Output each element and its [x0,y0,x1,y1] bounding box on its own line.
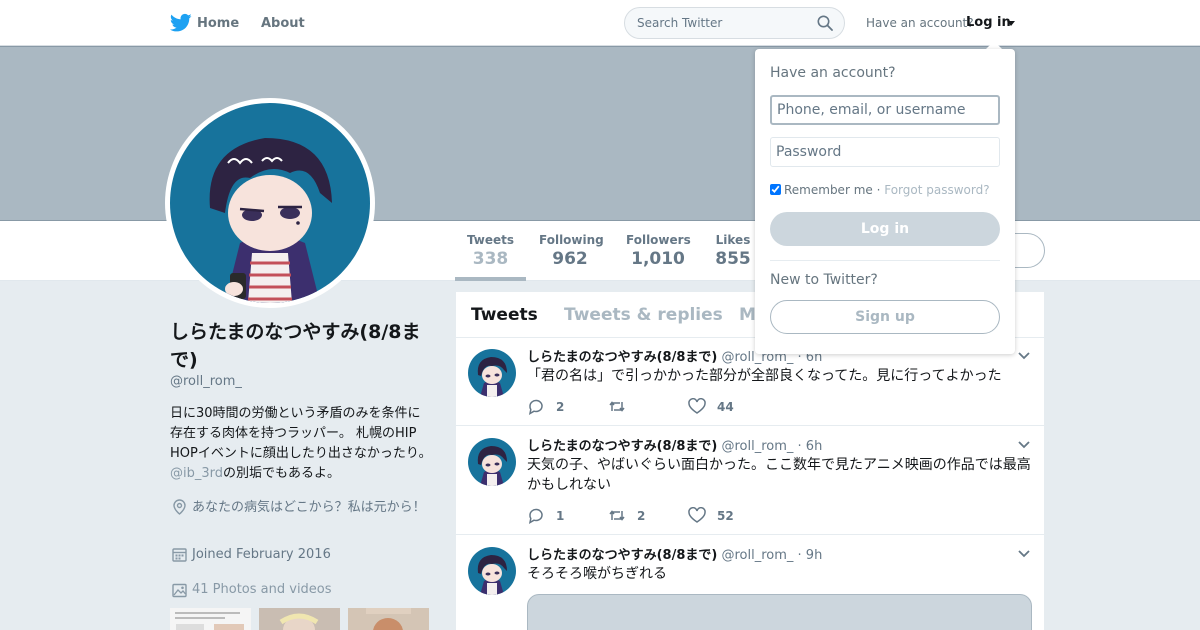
profile-bio: 日に30時間の労働という矛盾のみを条件に存在する肉体を持つラッパー。 札幌のHI… [170,404,432,484]
twitter-bird-icon[interactable] [170,13,192,33]
tweet-author-handle[interactable]: @roll_rom_ [721,439,793,454]
login-menu-link[interactable]: Log in [966,15,1011,30]
tweet-author-name[interactable]: しらたまのなつやすみ(8/8まで) [527,439,717,454]
new-to-twitter-text: New to Twitter? [770,272,878,288]
search-box [624,7,845,39]
profile-name: しらたまのなつやすみ(8/8まで) [170,321,421,371]
chevron-down-icon[interactable] [1018,441,1030,449]
stat-following[interactable]: Following 962 [539,233,604,269]
tweet-text: 「君の名は」で引っかかった部分が全部良くなってた。見に行ってよかった [527,368,1002,384]
reply-icon [528,508,543,524]
signup-button[interactable]: Sign up [770,300,1000,334]
tweet-timestamp[interactable]: · 9h [798,548,823,563]
forgot-password-link[interactable]: Forgot password? [884,183,989,197]
reply-icon [528,399,543,415]
media-thumbnail[interactable] [170,608,251,630]
tweet-text: そろそろ喉がちぎれる [527,566,667,582]
tweet[interactable]: しらたまのなつやすみ(8/8まで) @roll_rom_ · 6h 天気の子、や… [456,427,1044,535]
stat-value: 962 [552,249,588,269]
password-field[interactable] [770,137,1000,167]
caret-down-icon[interactable] [1007,21,1015,26]
retweet-icon [609,401,625,412]
stat-value: 1,010 [631,249,685,269]
tweet-author-name[interactable]: しらたまのなつやすみ(8/8まで) [527,548,717,563]
stat-likes[interactable]: Likes 855 [714,233,752,269]
bio-text-end: の別垢でもあるよ。 [223,466,341,481]
stat-value: 855 [715,249,751,269]
nav-about-link[interactable]: About [261,16,305,31]
avatar-illustration [468,349,516,397]
stat-label: Tweets [466,233,515,247]
search-icon[interactable] [817,15,833,31]
remember-me-checkbox[interactable] [770,184,781,195]
like-count: 44 [717,400,734,414]
location-pin-icon [173,499,186,515]
stat-label: Following [539,233,604,247]
tweet-header: しらたまのなつやすみ(8/8まで) @roll_rom_ · 6h [527,435,822,454]
like-count: 52 [717,509,734,523]
active-stat-underline [455,277,526,281]
media-thumbnail[interactable] [259,608,340,630]
reply-count: 1 [556,509,565,523]
photo-icon [172,583,187,598]
username-field[interactable] [770,95,1000,125]
tab-tweets[interactable]: Tweets [471,305,538,325]
tweet-author-name[interactable]: しらたまのなつやすみ(8/8まで) [527,350,717,365]
stat-tweets[interactable]: Tweets 338 [466,233,515,269]
stat-value: 338 [472,249,509,269]
heart-icon [688,507,706,523]
bio-mention-link[interactable]: @ib_3rd [170,466,223,481]
avatar-illustration [468,438,516,486]
reply-count: 2 [556,400,565,414]
calendar-icon [172,548,187,562]
tweet-timestamp[interactable]: · 6h [798,439,823,454]
stat-followers[interactable]: Followers 1,010 [626,233,691,269]
tweet-header: しらたまのなつやすみ(8/8まで) @roll_rom_ · 9h [527,544,822,563]
remember-me-label[interactable]: Remember me [784,183,873,197]
have-account-text: Have an account? [866,16,974,30]
avatar-illustration [468,547,516,595]
avatar-illustration [170,103,370,303]
tweet-text: 天気の子、やばいぐらい面白かった。ここ数年で見たアニメ映画の作品では最高かもしれ… [527,457,1031,493]
retweet-count: 2 [637,509,646,523]
joined-date-text: Joined February 2016 [192,547,331,562]
heart-icon [688,398,706,414]
tweet[interactable]: しらたまのなつやすみ(8/8まで) @roll_rom_ · 9h そろそろ喉が… [456,536,1044,630]
tab-tweets-and-replies[interactable]: Tweets & replies [564,305,723,325]
chevron-down-icon[interactable] [1018,550,1030,558]
remember-row: Remember me · Forgot password? [770,183,990,197]
login-dropdown-title: Have an account? [770,65,896,81]
chevron-down-icon[interactable] [1018,352,1030,360]
media-thumbnail[interactable] [348,608,429,630]
profile-avatar[interactable] [165,98,375,308]
tweet-media[interactable] [527,594,1032,630]
stat-label: Followers [626,233,691,247]
login-button[interactable]: Log in [770,212,1000,246]
photos-videos-text: 41 Photos and videos [192,582,332,597]
search-input[interactable] [637,15,807,31]
tweet-author-handle[interactable]: @roll_rom_ [721,548,793,563]
bio-text: 日に30時間の労働という矛盾のみを条件に存在する肉体を持つラッパー。 札幌のHI… [170,406,432,461]
location-text: あなたの病気はどこから？私は元から！ [192,500,426,515]
nav-home-link[interactable]: Home [197,16,239,31]
separator-text: · [872,183,885,197]
login-dropdown: Have an account? Remember me · Forgot pa… [755,49,1015,354]
retweet-icon [609,510,625,521]
divider [770,260,1000,261]
stat-label: Likes [715,233,751,247]
tweet-avatar[interactable] [468,547,516,595]
tweet-avatar[interactable] [468,349,516,397]
tweet-avatar[interactable] [468,438,516,486]
top-navigation-bar: Home About Have an account? Log in [0,0,1200,46]
tab-media[interactable]: M [739,305,756,325]
profile-handle: @roll_rom_ [170,374,242,389]
